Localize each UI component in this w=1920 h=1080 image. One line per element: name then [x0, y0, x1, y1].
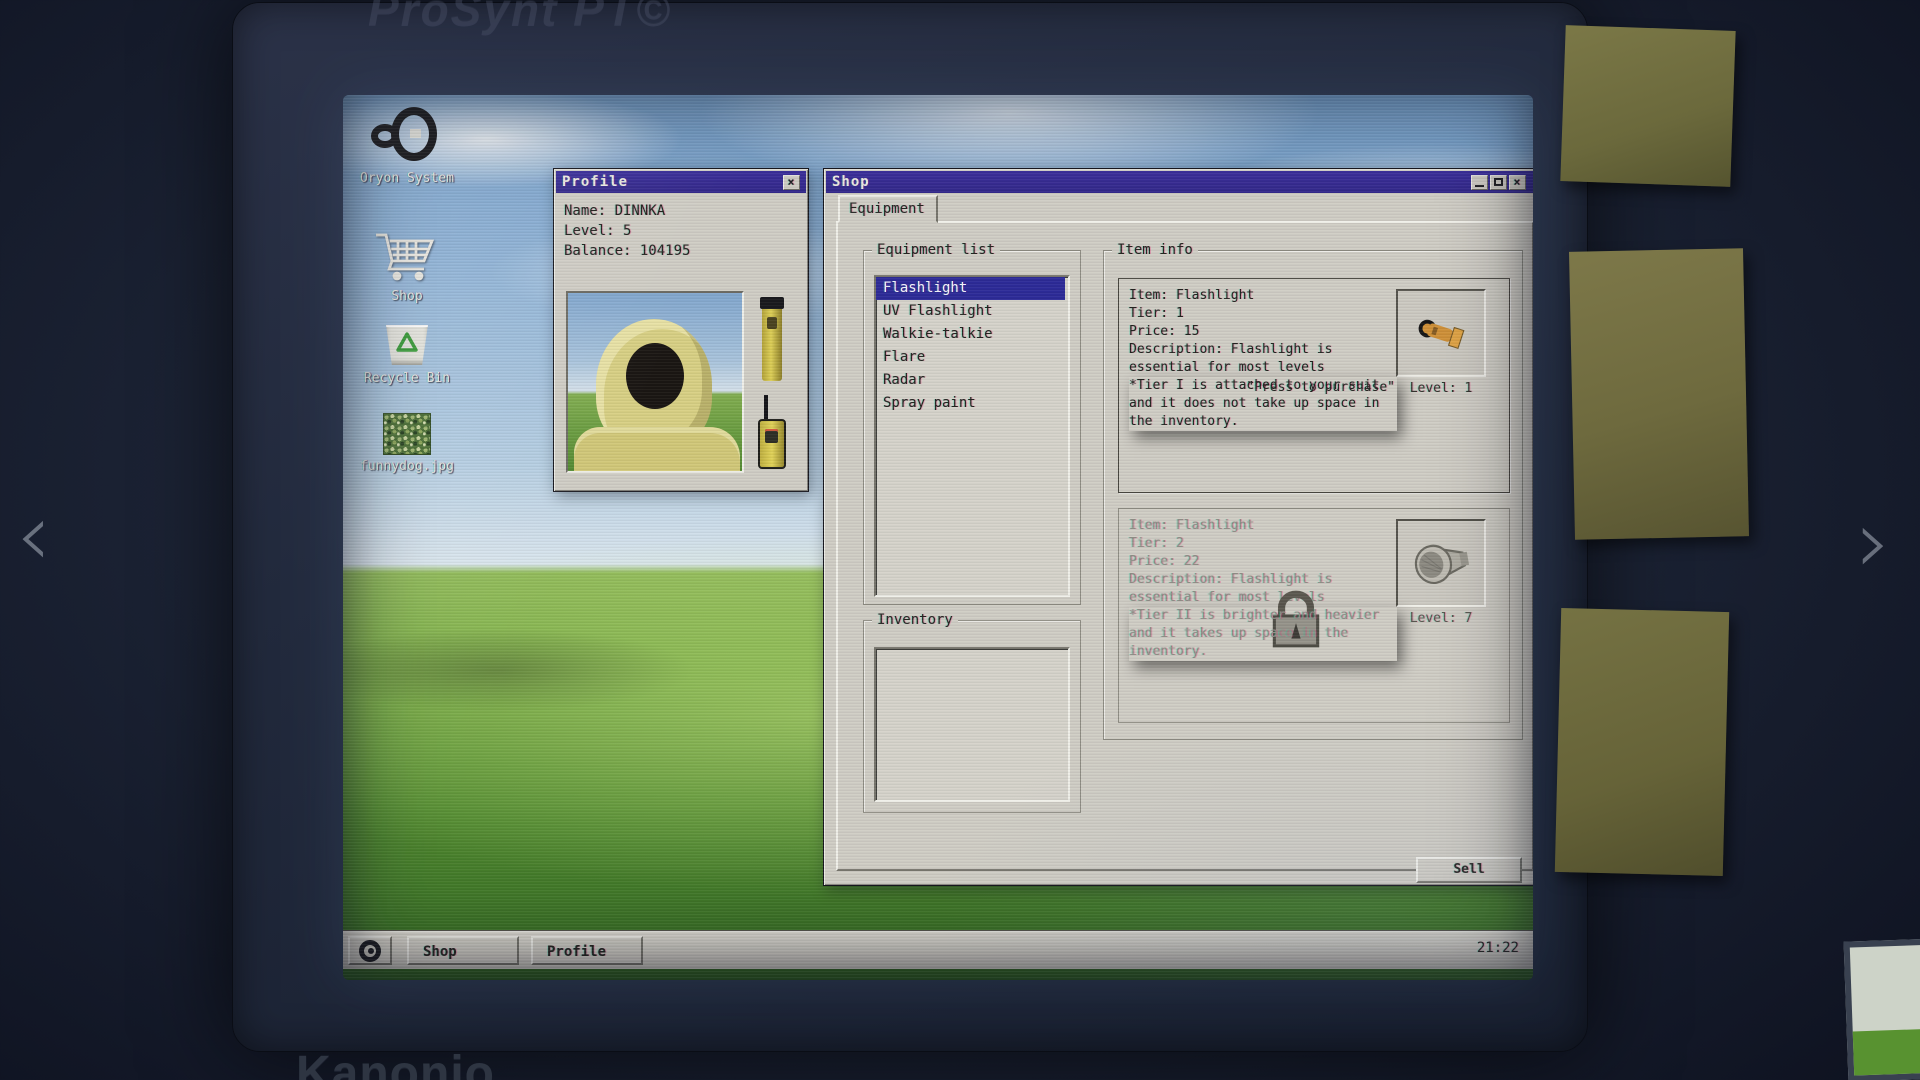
shop-titlebar[interactable]: Shop × [826, 171, 1533, 193]
shop-close-button[interactable]: × [1509, 175, 1526, 190]
desktop-icon-recycle-bin[interactable]: Recycle Bin [349, 321, 465, 386]
page-title-kanonio: Kanonio [296, 1046, 495, 1080]
equipment-list-item[interactable]: Flare [876, 346, 1065, 369]
offer-description: Description: Flashlight is essential for… [1129, 341, 1397, 377]
desktop-icon-label: Shop [349, 289, 465, 304]
profile-equipment-strip [754, 295, 806, 475]
gallery-prev-arrow[interactable]: ‹ [16, 505, 51, 565]
offer-level-requirement: Level: 7 [1396, 611, 1486, 626]
desktop-icon-oryon-system[interactable]: Oryon System [349, 107, 465, 186]
recycle-bin-icon [382, 321, 432, 367]
profile-titlebar[interactable]: Profile × [556, 171, 806, 193]
item-info-label: Item info [1112, 242, 1198, 258]
shop-minimize-button[interactable] [1471, 175, 1488, 190]
profile-avatar-photo [566, 291, 744, 473]
oryon-start-icon [359, 940, 381, 962]
profile-window-title: Profile [562, 174, 628, 190]
crt-screen: Oryon System Shop Recycle Bin funnydog.j… [343, 95, 1533, 980]
shop-maximize-button[interactable] [1490, 175, 1507, 190]
avatar-shoulders [574, 427, 740, 473]
taskbar: Shop Profile 21:22 [343, 931, 1533, 969]
sticky-note [1560, 25, 1735, 187]
offer-note: *Tier II is brighter and heavier and it … [1129, 607, 1397, 661]
equipped-flashlight-icon [762, 301, 782, 381]
inventory-label: Inventory [872, 612, 958, 628]
start-button[interactable] [348, 936, 392, 965]
taskbar-task-shop[interactable]: Shop [407, 936, 519, 965]
avatar-face [626, 343, 684, 409]
offer-level-requirement: Level: 1 [1396, 381, 1486, 396]
sticky-note [1569, 248, 1749, 540]
sticky-note [1555, 608, 1729, 876]
equipment-listbox[interactable]: Flashlight UV Flashlight Walkie-talkie F… [874, 275, 1070, 597]
offer-description: Description: Flashlight is essential for… [1129, 571, 1397, 607]
oryon-system-icon [369, 107, 445, 167]
equipped-walkie-talkie-icon [758, 395, 788, 471]
offer-item-icon-box [1396, 519, 1486, 607]
offer-item: Item: Flashlight [1129, 287, 1397, 305]
shop-window-title: Shop [832, 174, 870, 190]
offer-price: Price: 15 [1129, 323, 1397, 341]
inventory-listbox[interactable] [874, 647, 1070, 802]
offer-tier: Tier: 1 [1129, 305, 1397, 323]
desktop-icon-label: funnydog.jpg [349, 459, 465, 474]
equipment-list-item[interactable]: Walkie-talkie [876, 323, 1065, 346]
shopping-cart-icon [372, 227, 442, 285]
desktop-icon-label: Recycle Bin [349, 371, 465, 386]
offer-item-icon-box [1396, 289, 1486, 377]
monitor-brand-text: ProSynt PT© [368, 0, 672, 36]
offer-note: *Tier I is attached to your suit and it … [1129, 377, 1397, 431]
item-info-group: Item info Item: Flashlight Tier: 1 Price… [1103, 250, 1523, 740]
equipment-list-group: Equipment list Flashlight UV Flashlight … [863, 250, 1081, 605]
inventory-group: Inventory [863, 620, 1081, 813]
offer-tier1-panel[interactable]: Item: Flashlight Tier: 1 Price: 15 Descr… [1118, 278, 1510, 493]
taskbar-clock: 21:22 [1419, 940, 1519, 956]
equipment-list-label: Equipment list [872, 242, 1000, 258]
profile-balance: Balance: 104195 [554, 241, 808, 261]
profile-level: Level: 5 [554, 221, 808, 241]
taskbar-task-profile[interactable]: Profile [531, 936, 643, 965]
profile-window: Profile × Name: DINNKA Level: 5 Balance:… [553, 168, 809, 492]
flashlight-tier2-icon [1406, 528, 1476, 598]
second-monitor-partial [1844, 938, 1920, 1080]
shop-window: Shop × Equipment Equipment list Flashlig… [823, 168, 1533, 886]
equipment-list-item[interactable]: UV Flashlight [876, 300, 1065, 323]
second-monitor-screen [1853, 1029, 1920, 1076]
desktop-icon-label: Oryon System [349, 171, 465, 186]
equipment-list-item[interactable]: Spray paint [876, 392, 1065, 415]
desktop-icon-shop[interactable]: Shop [349, 227, 465, 304]
offer-tier: Tier: 2 [1129, 535, 1397, 553]
profile-name: Name: DINNKA [554, 201, 808, 221]
profile-close-button[interactable]: × [783, 175, 800, 190]
offer-tier2-panel: Item: Flashlight Tier: 2 Price: 22 Descr… [1118, 508, 1510, 723]
sell-button[interactable]: Sell [1416, 857, 1522, 883]
offer-item: Item: Flashlight [1129, 517, 1397, 535]
gallery-next-arrow[interactable]: › [1856, 512, 1891, 572]
desktop-icon-funnydog[interactable]: funnydog.jpg [349, 413, 465, 474]
equipment-list-item[interactable]: Flashlight [876, 277, 1065, 300]
shop-content-panel: Equipment list Flashlight UV Flashlight … [836, 221, 1533, 871]
equipment-list-item[interactable]: Radar [876, 369, 1065, 392]
tab-equipment[interactable]: Equipment [838, 195, 938, 223]
offer-price: Price: 22 [1129, 553, 1397, 571]
image-thumbnail-icon [383, 413, 431, 455]
flashlight-tier1-icon [1408, 300, 1474, 366]
